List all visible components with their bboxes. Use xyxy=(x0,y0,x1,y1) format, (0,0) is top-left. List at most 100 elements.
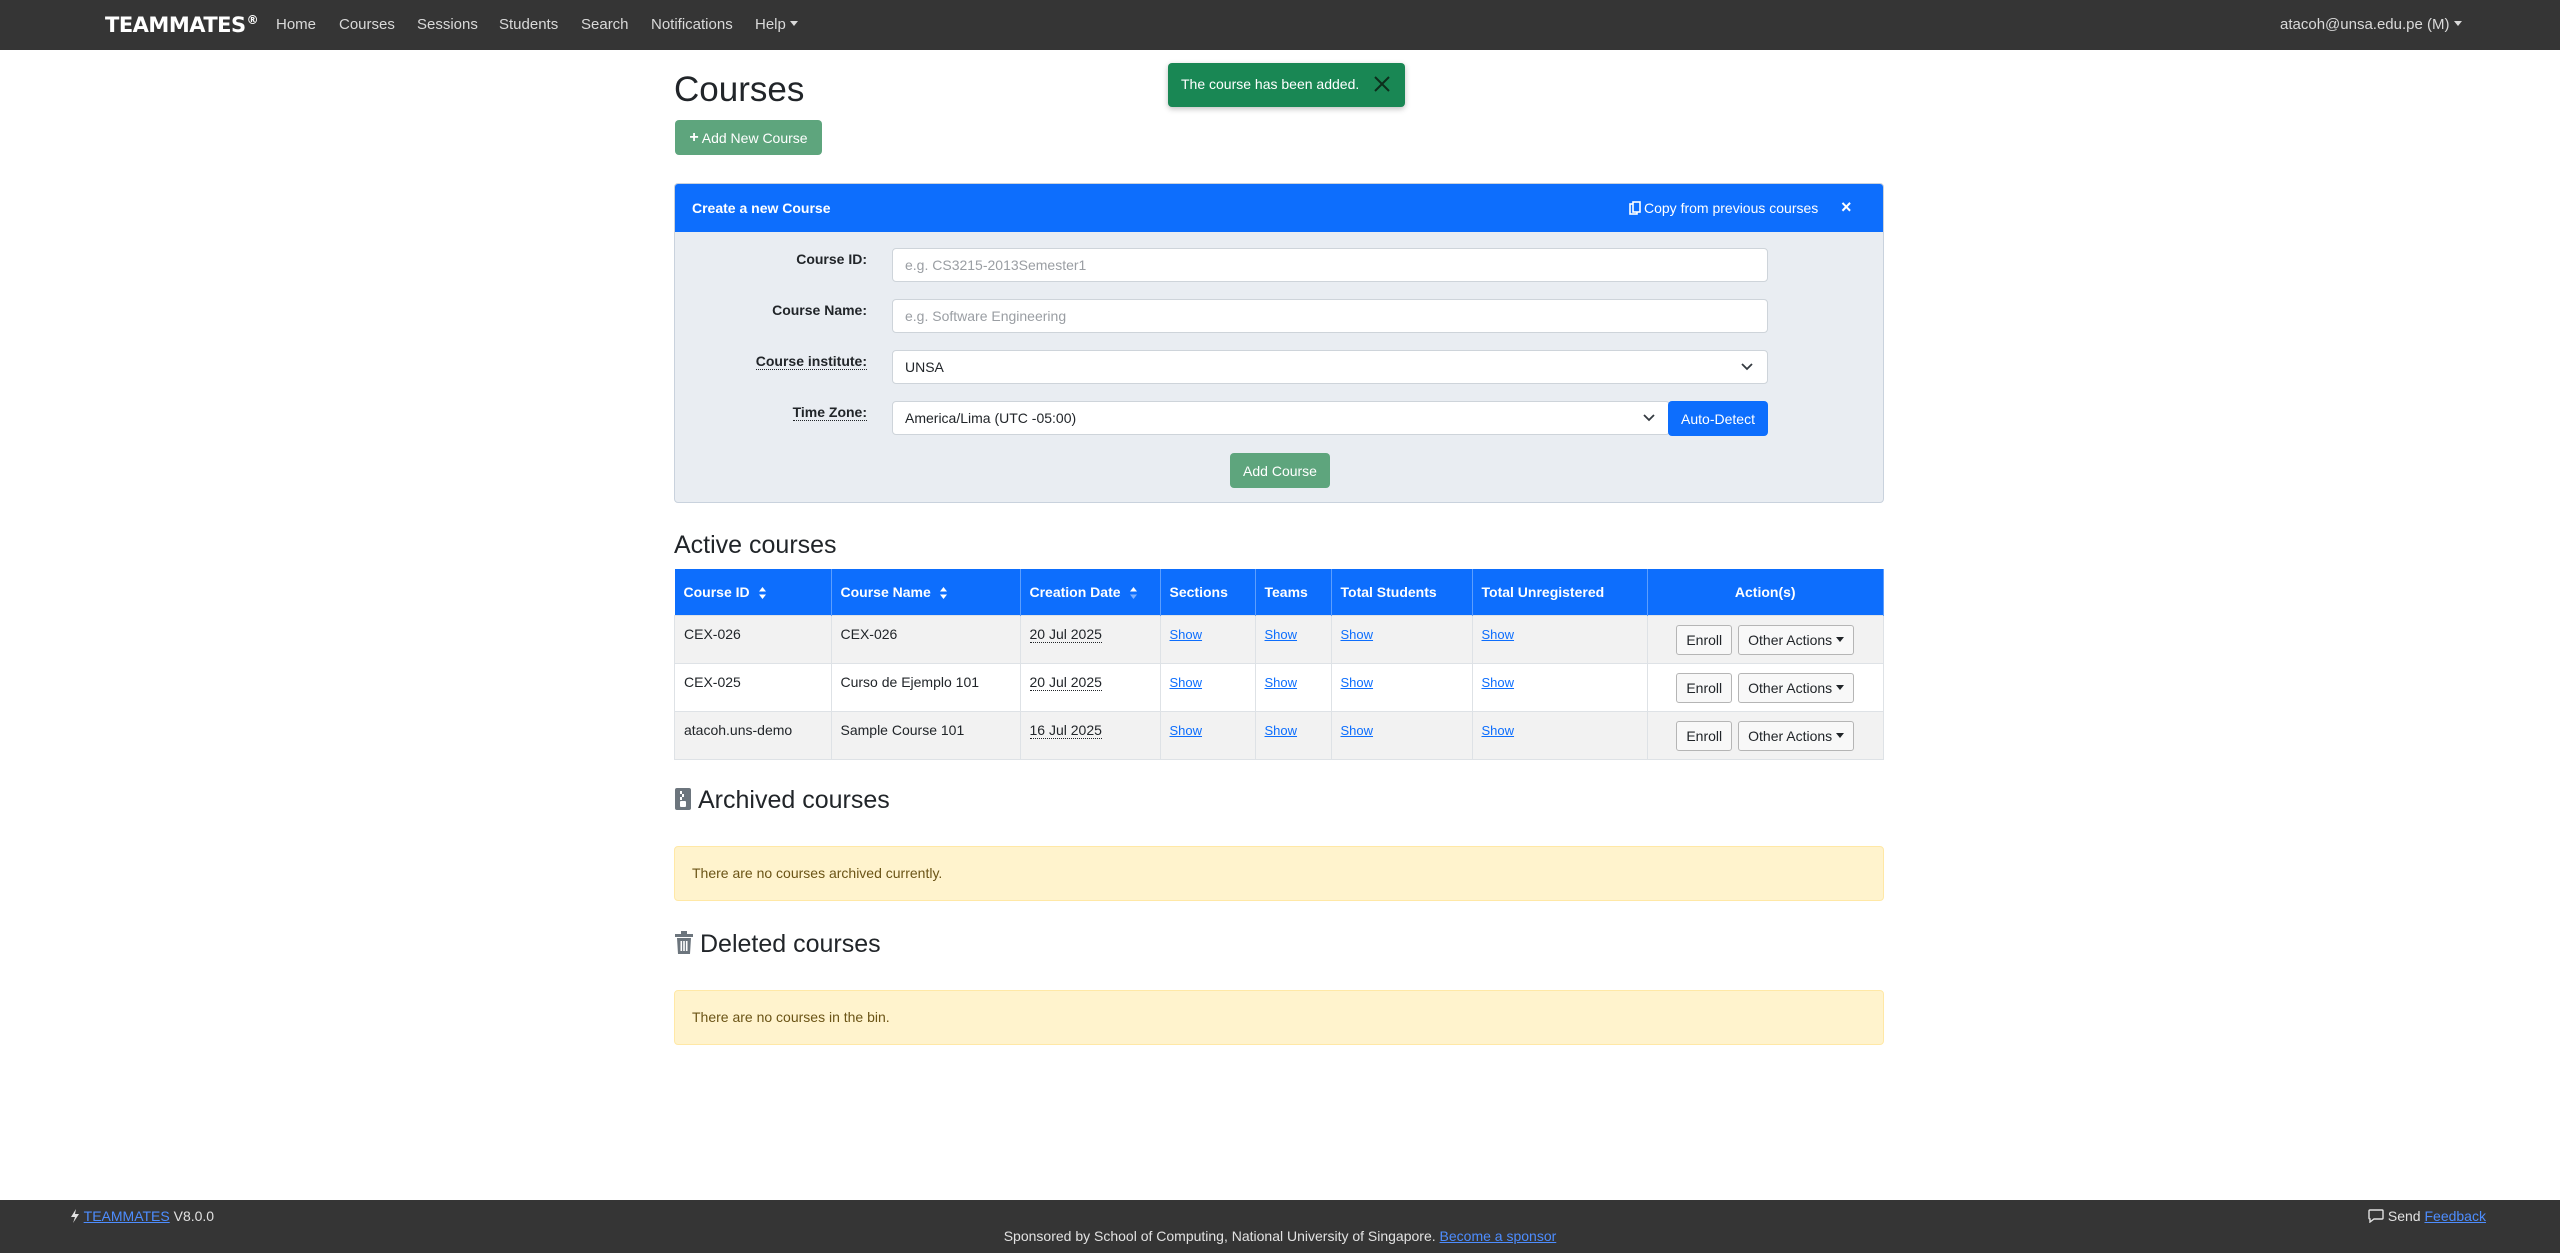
nav-home[interactable]: Home xyxy=(276,16,316,33)
copy-icon xyxy=(1629,201,1641,215)
add-new-course-button[interactable]: + Add New Course xyxy=(675,120,822,155)
user-account-dropdown[interactable]: atacoh@unsa.edu.pe (M) xyxy=(2280,16,2462,33)
toast-close-icon[interactable] xyxy=(1371,73,1393,95)
toast-message: The course has been added. xyxy=(1181,76,1360,92)
enroll-button[interactable]: Enroll xyxy=(1676,720,1733,751)
show-teams-link[interactable]: Show xyxy=(1265,627,1298,642)
footer-send-label: Send xyxy=(2387,1208,2421,1224)
show-unregistered-link[interactable]: Show xyxy=(1482,675,1515,690)
cell-course-id: atacoh.uns-demo xyxy=(674,711,832,760)
footer-sponsor-text: Sponsored by School of Computing, Nation… xyxy=(1003,1228,1436,1244)
archived-courses-heading: Archived courses xyxy=(674,786,890,815)
cell-course-id: CEX-025 xyxy=(674,663,832,712)
cell-actions: Enroll Other Actions xyxy=(1647,663,1884,712)
other-actions-dropdown[interactable]: Other Actions xyxy=(1738,720,1855,751)
top-navbar: TEAMMATES® Home Courses Sessions Student… xyxy=(0,0,2560,50)
show-sections-link[interactable]: Show xyxy=(1170,723,1203,738)
footer-feedback: Send Feedback xyxy=(2368,1208,2486,1224)
brand-registered-mark: ® xyxy=(246,13,259,27)
cell-sections: Show xyxy=(1160,615,1256,664)
footer-teammates-link[interactable]: TEAMMATES xyxy=(84,1208,170,1224)
show-students-link[interactable]: Show xyxy=(1341,675,1374,690)
footer-version: TEAMMATES V8.0.0 xyxy=(70,1208,214,1224)
nav-students[interactable]: Students xyxy=(499,16,558,33)
course-name-label: Course Name: xyxy=(772,302,867,318)
col-teams: Teams xyxy=(1255,569,1332,616)
col-course-id[interactable]: Course ID xyxy=(674,569,832,616)
cell-course-name: Curso de Ejemplo 101 xyxy=(831,663,1021,712)
other-actions-dropdown[interactable]: Other Actions xyxy=(1738,624,1855,655)
chevron-down-icon xyxy=(1741,363,1753,371)
become-sponsor-link[interactable]: Become a sponsor xyxy=(1440,1228,1557,1244)
enroll-button[interactable]: Enroll xyxy=(1676,624,1733,655)
institute-value: UNSA xyxy=(905,359,944,375)
brand-logo[interactable]: TEAMMATES® xyxy=(105,13,259,37)
cell-course-name: CEX-026 xyxy=(831,615,1021,664)
nav-help-dropdown[interactable]: Help xyxy=(755,16,798,33)
chat-icon xyxy=(2368,1209,2384,1224)
col-creation-date[interactable]: Creation Date xyxy=(1020,569,1161,616)
col-total-unregistered: Total Unregistered xyxy=(1472,569,1648,616)
nav-sessions[interactable]: Sessions xyxy=(417,16,478,33)
col-total-students: Total Students xyxy=(1331,569,1473,616)
cell-sections: Show xyxy=(1160,711,1256,760)
cell-teams: Show xyxy=(1255,663,1332,712)
enroll-button[interactable]: Enroll xyxy=(1676,672,1733,703)
cell-total-students: Show xyxy=(1331,615,1473,664)
footer-version-number: V8.0.0 xyxy=(173,1208,215,1224)
table-row: CEX-026 CEX-026 20 Jul 2025 Show Show Sh… xyxy=(674,615,1884,664)
show-students-link[interactable]: Show xyxy=(1341,627,1374,642)
page-title: Courses xyxy=(674,70,805,109)
sort-icon xyxy=(939,587,947,600)
nav-search[interactable]: Search xyxy=(581,16,629,33)
table-row: CEX-025 Curso de Ejemplo 101 20 Jul 2025… xyxy=(674,663,1884,712)
cell-total-students: Show xyxy=(1331,663,1473,712)
deleted-empty-message: There are no courses in the bin. xyxy=(674,990,1884,1045)
cell-course-id: CEX-026 xyxy=(674,615,832,664)
cell-teams: Show xyxy=(1255,711,1332,760)
col-sections: Sections xyxy=(1160,569,1256,616)
deleted-courses-heading: Deleted courses xyxy=(674,930,881,959)
course-institute-select[interactable]: UNSA xyxy=(892,350,1768,384)
time-zone-label: Time Zone: xyxy=(792,404,867,421)
course-id-input[interactable] xyxy=(892,248,1768,282)
nav-courses[interactable]: Courses xyxy=(339,16,395,33)
time-zone-value: America/Lima (UTC -05:00) xyxy=(905,410,1077,426)
cell-course-name: Sample Course 101 xyxy=(831,711,1021,760)
active-courses-heading: Active courses xyxy=(674,531,837,559)
other-actions-dropdown[interactable]: Other Actions xyxy=(1738,672,1855,703)
user-email: atacoh@unsa.edu.pe (M) xyxy=(2280,16,2450,33)
cell-creation-date: 20 Jul 2025 xyxy=(1020,615,1161,664)
course-name-input[interactable] xyxy=(892,299,1768,333)
copy-from-previous-button[interactable]: Copy from previous courses xyxy=(1629,200,1818,216)
show-sections-link[interactable]: Show xyxy=(1170,675,1203,690)
close-panel-icon[interactable]: × xyxy=(1841,197,1852,218)
footer-sponsor: Sponsored by School of Computing, Nation… xyxy=(0,1228,2560,1244)
show-teams-link[interactable]: Show xyxy=(1265,723,1298,738)
col-actions: Action(s) xyxy=(1647,569,1884,616)
show-unregistered-link[interactable]: Show xyxy=(1482,723,1515,738)
footer: TEAMMATES V8.0.0 Send Feedback Sponsored… xyxy=(0,1200,2560,1253)
cell-total-unregistered: Show xyxy=(1472,663,1648,712)
course-institute-label: Course institute: xyxy=(755,353,867,370)
create-course-panel: Create a new Course Copy from previous c… xyxy=(674,183,1884,503)
show-teams-link[interactable]: Show xyxy=(1265,675,1298,690)
copy-from-previous-label: Copy from previous courses xyxy=(1644,200,1819,216)
footer-feedback-link[interactable]: Feedback xyxy=(2424,1208,2485,1224)
show-sections-link[interactable]: Show xyxy=(1170,627,1203,642)
cell-actions: Enroll Other Actions xyxy=(1647,711,1884,760)
auto-detect-button[interactable]: Auto-Detect xyxy=(1668,401,1768,436)
time-zone-select[interactable]: America/Lima (UTC -05:00) xyxy=(892,401,1670,435)
success-toast: The course has been added. xyxy=(1168,63,1405,107)
cell-sections: Show xyxy=(1160,663,1256,712)
table-row: atacoh.uns-demo Sample Course 101 16 Jul… xyxy=(674,711,1884,760)
add-course-button[interactable]: Add Course xyxy=(1230,453,1330,488)
col-course-name[interactable]: Course Name xyxy=(831,569,1021,616)
nav-notifications[interactable]: Notifications xyxy=(651,16,733,33)
trash-icon xyxy=(675,931,693,954)
show-students-link[interactable]: Show xyxy=(1341,723,1374,738)
plus-icon: + xyxy=(689,128,699,146)
show-unregistered-link[interactable]: Show xyxy=(1482,627,1515,642)
sort-icon xyxy=(758,587,766,600)
archive-icon xyxy=(675,788,691,810)
